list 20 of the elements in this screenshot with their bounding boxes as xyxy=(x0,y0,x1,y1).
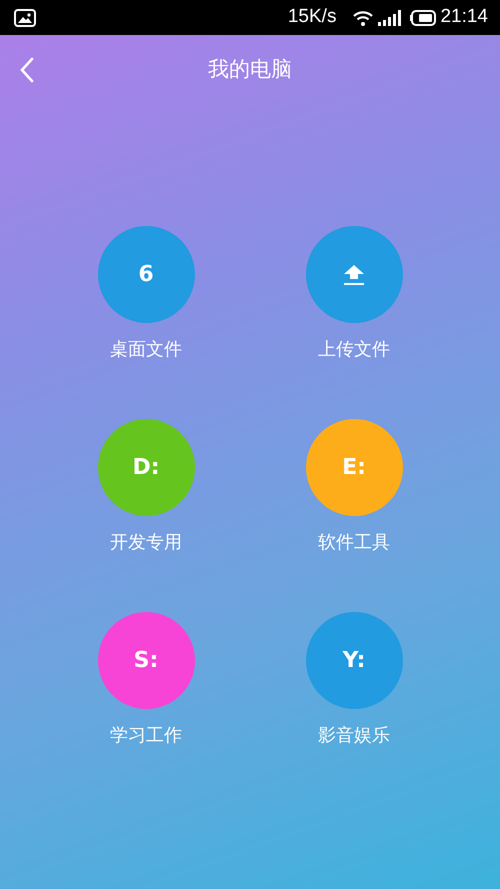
drive-button[interactable]: E: xyxy=(306,419,402,516)
drive-label: 上传文件 xyxy=(318,338,390,362)
battery-icon xyxy=(410,10,436,26)
upload-icon xyxy=(342,264,366,286)
network-speed: 15K/s xyxy=(288,5,336,30)
drive-label: 开发专用 xyxy=(110,531,182,555)
back-icon xyxy=(20,57,34,83)
drive-label: 学习工作 xyxy=(110,724,182,748)
wifi-icon xyxy=(352,8,374,26)
picture-notification-icon xyxy=(14,8,36,26)
drive-button[interactable]: D: xyxy=(98,419,194,516)
drive-button[interactable]: Y: xyxy=(306,612,402,709)
drive-button[interactable]: 6 xyxy=(98,226,194,323)
drive-label: 软件工具 xyxy=(318,531,390,555)
page-title: 我的电脑 xyxy=(208,56,292,84)
drive-label: 桌面文件 xyxy=(110,338,182,362)
clock: 21:14 xyxy=(440,5,488,30)
drive-button[interactable]: S: xyxy=(98,612,194,709)
signal-icon xyxy=(378,10,402,26)
drive-label: 影音娱乐 xyxy=(318,724,390,748)
